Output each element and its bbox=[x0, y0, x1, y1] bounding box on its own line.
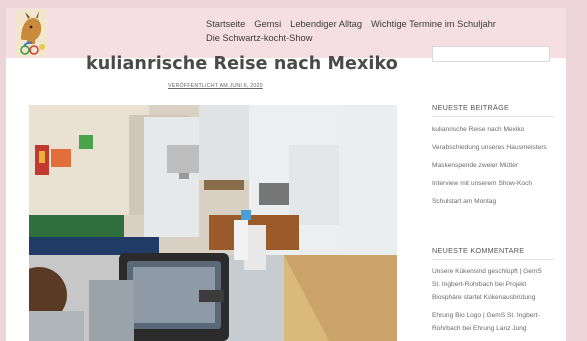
menu-item-wichtige-termine[interactable]: Wichtige Termine im Schuljahr bbox=[371, 19, 496, 29]
main-menu-row2: Die Schwartz-kocht-Show bbox=[206, 33, 312, 43]
school-logo[interactable] bbox=[15, 9, 48, 57]
divider bbox=[432, 259, 554, 260]
menu-item-startseite[interactable]: Startseite bbox=[206, 19, 245, 29]
recent-comment-link[interactable]: Biosphäre startet Kükenausbrütung bbox=[432, 294, 535, 301]
menu-item-gemsi[interactable]: Gemsi bbox=[254, 19, 281, 29]
recent-posts-heading: NEUESTE BEITRÄGE bbox=[432, 103, 510, 112]
recent-comment-link[interactable]: Unsere Kükensind geschlüpft | GemS bbox=[432, 268, 542, 275]
recent-comment-link[interactable]: Ehrung Bio Logo | GemS St. Ingbert- bbox=[432, 312, 540, 319]
menu-item-schwartz-kocht-show[interactable]: Die Schwartz-kocht-Show bbox=[206, 33, 312, 43]
recent-post-link[interactable]: Verabschiedung unseres Hausmeisters bbox=[432, 144, 547, 151]
main-menu: Startseite Gemsi Lebendiger Alltag Wicht… bbox=[206, 19, 496, 29]
post-featured-image bbox=[29, 105, 397, 341]
divider bbox=[432, 116, 554, 117]
post-title: kulianrische Reise nach Mexiko bbox=[86, 54, 398, 74]
recent-post-link[interactable]: Schulstart am Montag bbox=[432, 198, 496, 205]
recent-comments-heading: NEUESTE KOMMENTARE bbox=[432, 246, 525, 255]
page: Startseite Gemsi Lebendiger Alltag Wicht… bbox=[6, 8, 566, 341]
recent-post-link[interactable]: Interview mit unserem Show-Koch bbox=[432, 180, 532, 187]
recent-comment-link[interactable]: Rohrbach bei Ehrung Lanz Jung bbox=[432, 325, 527, 332]
recent-post-link[interactable]: kulianrische Reise nach Mexiko bbox=[432, 126, 524, 133]
search-input[interactable] bbox=[432, 46, 550, 62]
recent-post-link[interactable]: Maskenspende zweier Mütter bbox=[432, 162, 518, 169]
recent-comment-link[interactable]: St. Ingbert-Rohrbach bei Projekt bbox=[432, 281, 526, 288]
menu-item-lebendiger-alltag[interactable]: Lebendiger Alltag bbox=[290, 19, 362, 29]
post-date[interactable]: VERÖFFENTLICHT AM JUNI 6, 2020 bbox=[168, 83, 263, 89]
